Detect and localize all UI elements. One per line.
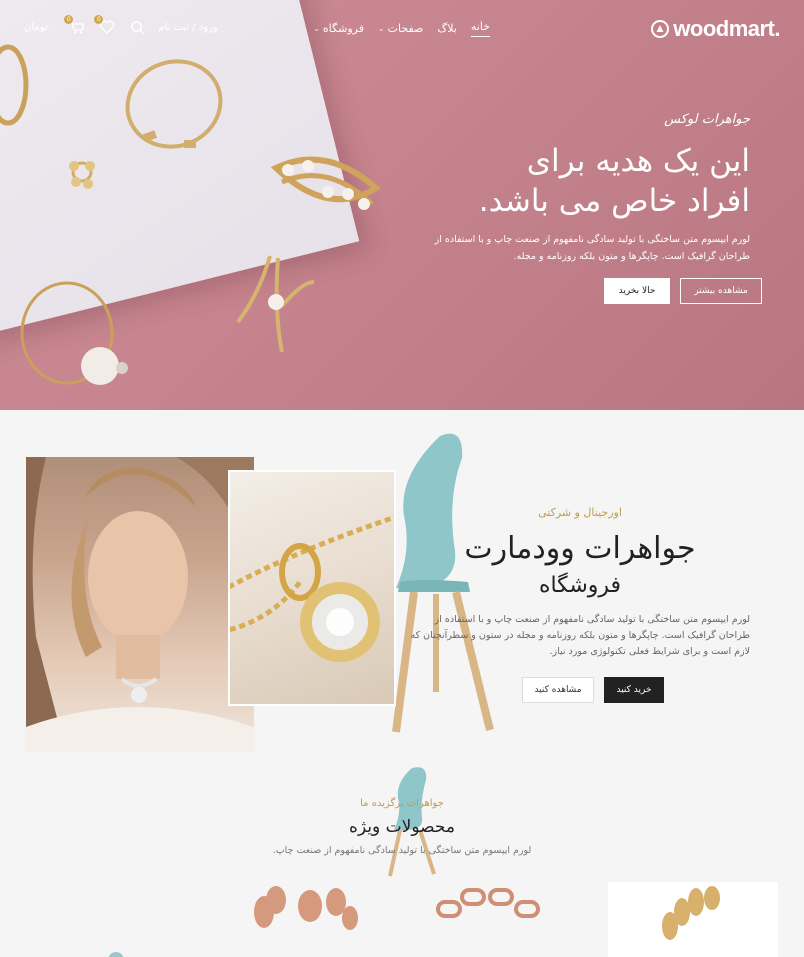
chevron-down-icon: ⌄ [313, 24, 320, 33]
about-title: جواهرات وودمارت [464, 531, 696, 566]
nav-item-home[interactable]: خانه [470, 20, 490, 37]
cart-button[interactable]: 0 [64, 15, 86, 36]
featured-products-section: جواهرات برگزیده ما محصولات ویژه لورم ایپ… [0, 760, 804, 957]
chevron-down-icon: ⌄ [377, 24, 385, 33]
shop-button[interactable]: خرید کنید [604, 677, 664, 703]
hero-copy: جواهرات لوکس این یک هدیه برای افراد خاص … [420, 112, 750, 265]
flower-ring-image [69, 161, 95, 189]
view-button[interactable]: مشاهده کنید [522, 677, 594, 703]
tree-icon [651, 20, 670, 38]
featured-description: لورم ایپسوم متن ساختگی با تولید سادگی نا… [272, 845, 532, 856]
about-copy: اورجینال و شرکتی جواهرات وودمارت فروشگاه… [410, 506, 751, 660]
gold-cuff-image [125, 59, 223, 149]
hero-description: لورم ایپسوم متن ساختگی با تولید سادگی نا… [434, 234, 750, 262]
buy-now-button[interactable]: حالا بخرید [604, 278, 670, 304]
about-buttons: خرید کنید مشاهده کنید [522, 677, 664, 703]
product-image[interactable] [430, 882, 545, 957]
search-button[interactable] [128, 18, 146, 36]
nav-label: بلاگ [437, 22, 457, 35]
see-more-button[interactable]: مشاهده بیشتر [680, 278, 762, 304]
site-logo[interactable]: woodmart. [651, 16, 780, 42]
nav-item-shop[interactable]: فروشگاه ⌄ [313, 20, 364, 37]
featured-title: محصولات ویژه [349, 817, 455, 837]
hero-banner: woodmart. خانه بلاگ صفحات ⌄ فروشگاه ⌄ ٠ … [0, 0, 804, 410]
model-photo [26, 457, 254, 752]
nav-item-pages[interactable]: صفحات ⌄ [378, 20, 423, 37]
search-icon [130, 20, 144, 34]
product-image[interactable] [240, 882, 360, 957]
about-subtitle: فروشگاه [538, 573, 622, 598]
product-image[interactable] [650, 882, 730, 957]
main-nav: خانه بلاگ صفحات ⌄ فروشگاه ⌄ [313, 20, 490, 37]
nav-label: صفحات [387, 22, 424, 35]
cart-total: ٠ تومان [24, 21, 57, 33]
pearl-cuff-image [20, 281, 128, 385]
pearl-bracelet-image [270, 156, 382, 210]
hero-title-line2: افراد خاص می باشد. [478, 183, 750, 219]
pendant-photo [228, 470, 396, 706]
about-section: اورجینال و شرکتی جواهرات وودمارت فروشگاه… [0, 410, 804, 760]
pearl-ring-image [236, 255, 315, 353]
site-header: woodmart. خانه بلاگ صفحات ⌄ فروشگاه ⌄ ٠ … [0, 0, 804, 56]
hero-title-line1: این یک هدیه برای [526, 143, 750, 179]
login-register-link[interactable]: ورود / ثبت نام [158, 22, 218, 33]
about-tag: اورجینال و شرکتی [538, 506, 622, 519]
product-image[interactable] [96, 882, 136, 957]
nav-label: فروشگاه [322, 22, 364, 35]
featured-header: جواهرات برگزیده ما محصولات ویژه لورم ایپ… [0, 798, 804, 856]
hero-buttons: مشاهده بیشتر حالا بخرید [604, 278, 762, 304]
nav-label: خانه [470, 20, 490, 33]
wishlist-button[interactable]: 0 [94, 15, 116, 36]
featured-tag: جواهرات برگزیده ما [360, 798, 444, 809]
logo-text: woodmart. [673, 16, 780, 41]
about-description: لورم ایپسوم متن ساختگی با تولید سادگی نا… [410, 614, 751, 657]
nav-item-blog[interactable]: بلاگ [437, 20, 456, 37]
hero-subtitle: جواهرات لوکس [664, 112, 750, 127]
header-tools: ٠ تومان 0 0 ورود / ثبت نام [24, 15, 218, 36]
